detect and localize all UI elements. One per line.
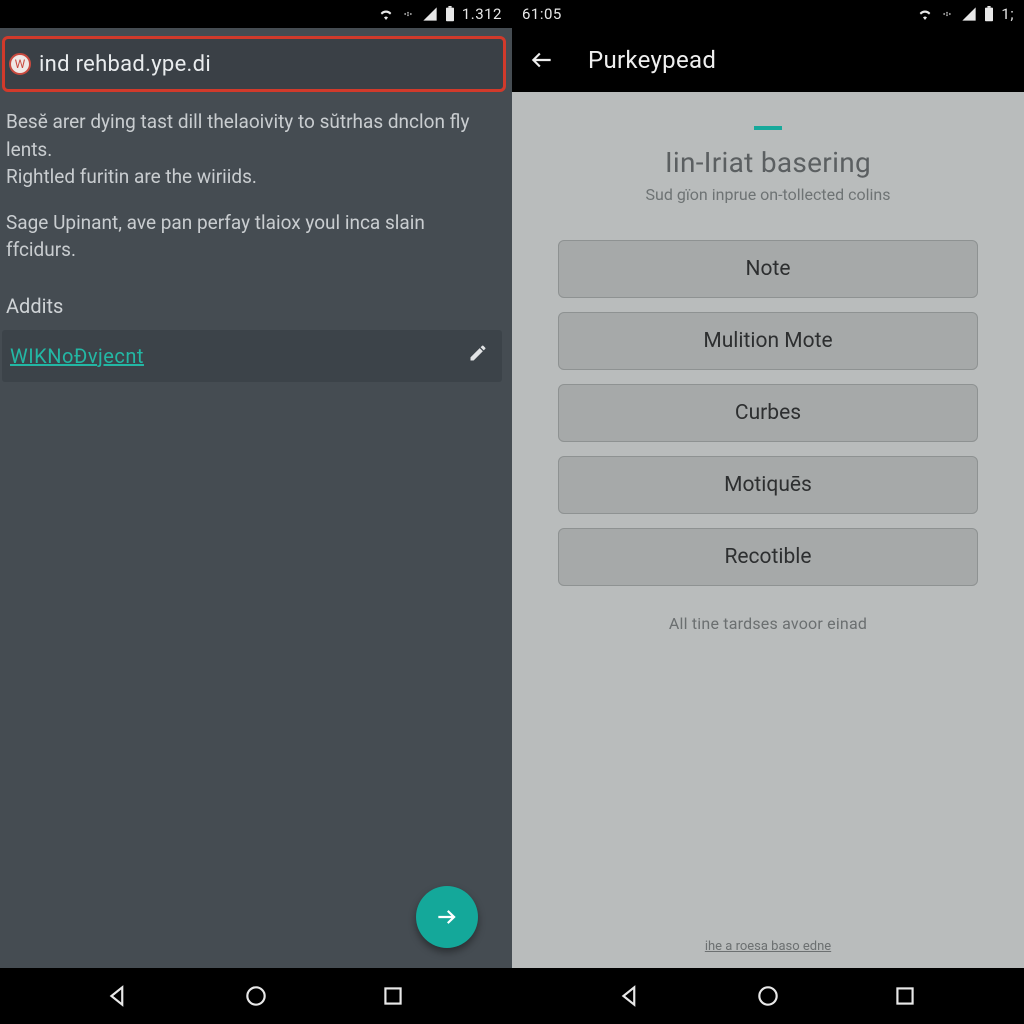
settings-status-icon [401,7,415,21]
right-content: Iin-Iriat basering Sud gïon inprue on-to… [512,92,1024,968]
edit-icon[interactable] [468,343,488,368]
para2: Rightled furitin are the wiriids. [6,165,257,188]
nav-home[interactable] [744,972,792,1020]
battery-icon [984,6,994,22]
section-label: Addits [0,282,512,324]
accent-bar [754,126,782,130]
footer-note: All tine tardses avoor einad [669,614,867,633]
header-title: Purkeypead [588,46,716,74]
option-label: Note [746,257,791,281]
status-time-left: 61:05 [522,5,562,23]
option-label: Motiquēs [724,473,812,497]
nav-bar-left [0,968,512,1024]
settings-status-icon [940,7,954,21]
left-content: W ind rehbad.ype.di Besĕ arer dying tast… [0,28,512,968]
para1: Besĕ arer dying tast dill thelaoivity to… [6,110,469,161]
phone-left: 1.312 W ind rehbad.ype.di Besĕ arer dyin… [0,0,512,1024]
option-note[interactable]: Note [558,240,978,298]
option-label: Mulition Mote [703,329,832,353]
option-label: Curbes [735,401,801,425]
option-label: Recotible [724,545,811,569]
subheading: Sud gïon inprue on-tollected colins [646,185,891,204]
link-text[interactable]: WIKNoÐvjecnt [10,344,144,368]
heading: Iin-Iriat basering [665,146,871,179]
wifi-icon [378,6,394,22]
nav-bar-right [512,968,1024,1024]
url-bar[interactable]: W ind rehbad.ype.di [2,36,506,92]
status-time-right: 1; [1001,5,1014,23]
nav-back[interactable] [95,972,143,1020]
signal-icon [961,6,977,22]
nav-recent[interactable] [369,972,417,1020]
site-badge-icon: W [9,53,31,75]
nav-back[interactable] [607,972,655,1020]
signal-icon [422,6,438,22]
fab-next[interactable] [416,886,478,948]
nav-home[interactable] [232,972,280,1020]
nav-recent[interactable] [881,972,929,1020]
battery-icon [445,6,455,22]
back-button[interactable] [524,42,560,78]
status-bar-right: 61:05 1; [512,0,1024,28]
status-time: 1.312 [462,5,502,23]
para3: Sage Upinant, ave pan perfay tlaiox youl… [6,209,498,264]
option-curbes[interactable]: Curbes [558,384,978,442]
option-motiques[interactable]: Motiquēs [558,456,978,514]
tiny-link[interactable]: ihe a roesa baso edne [705,939,831,954]
arrow-left-icon [529,47,555,73]
option-mulition[interactable]: Mulition Mote [558,312,978,370]
arrow-right-icon [434,904,460,930]
url-text: ind rehbad.ype.di [39,52,211,77]
link-row[interactable]: WIKNoÐvjecnt [2,330,502,382]
phone-right: 61:05 1; Purkeypead Iin-Iriat basering S… [512,0,1024,1024]
status-bar-left: 1.312 [0,0,512,28]
article-body: Besĕ arer dying tast dill thelaoivity to… [0,98,512,282]
option-recotible[interactable]: Recotible [558,528,978,586]
wifi-icon [917,6,933,22]
right-header: Purkeypead [512,28,1024,92]
